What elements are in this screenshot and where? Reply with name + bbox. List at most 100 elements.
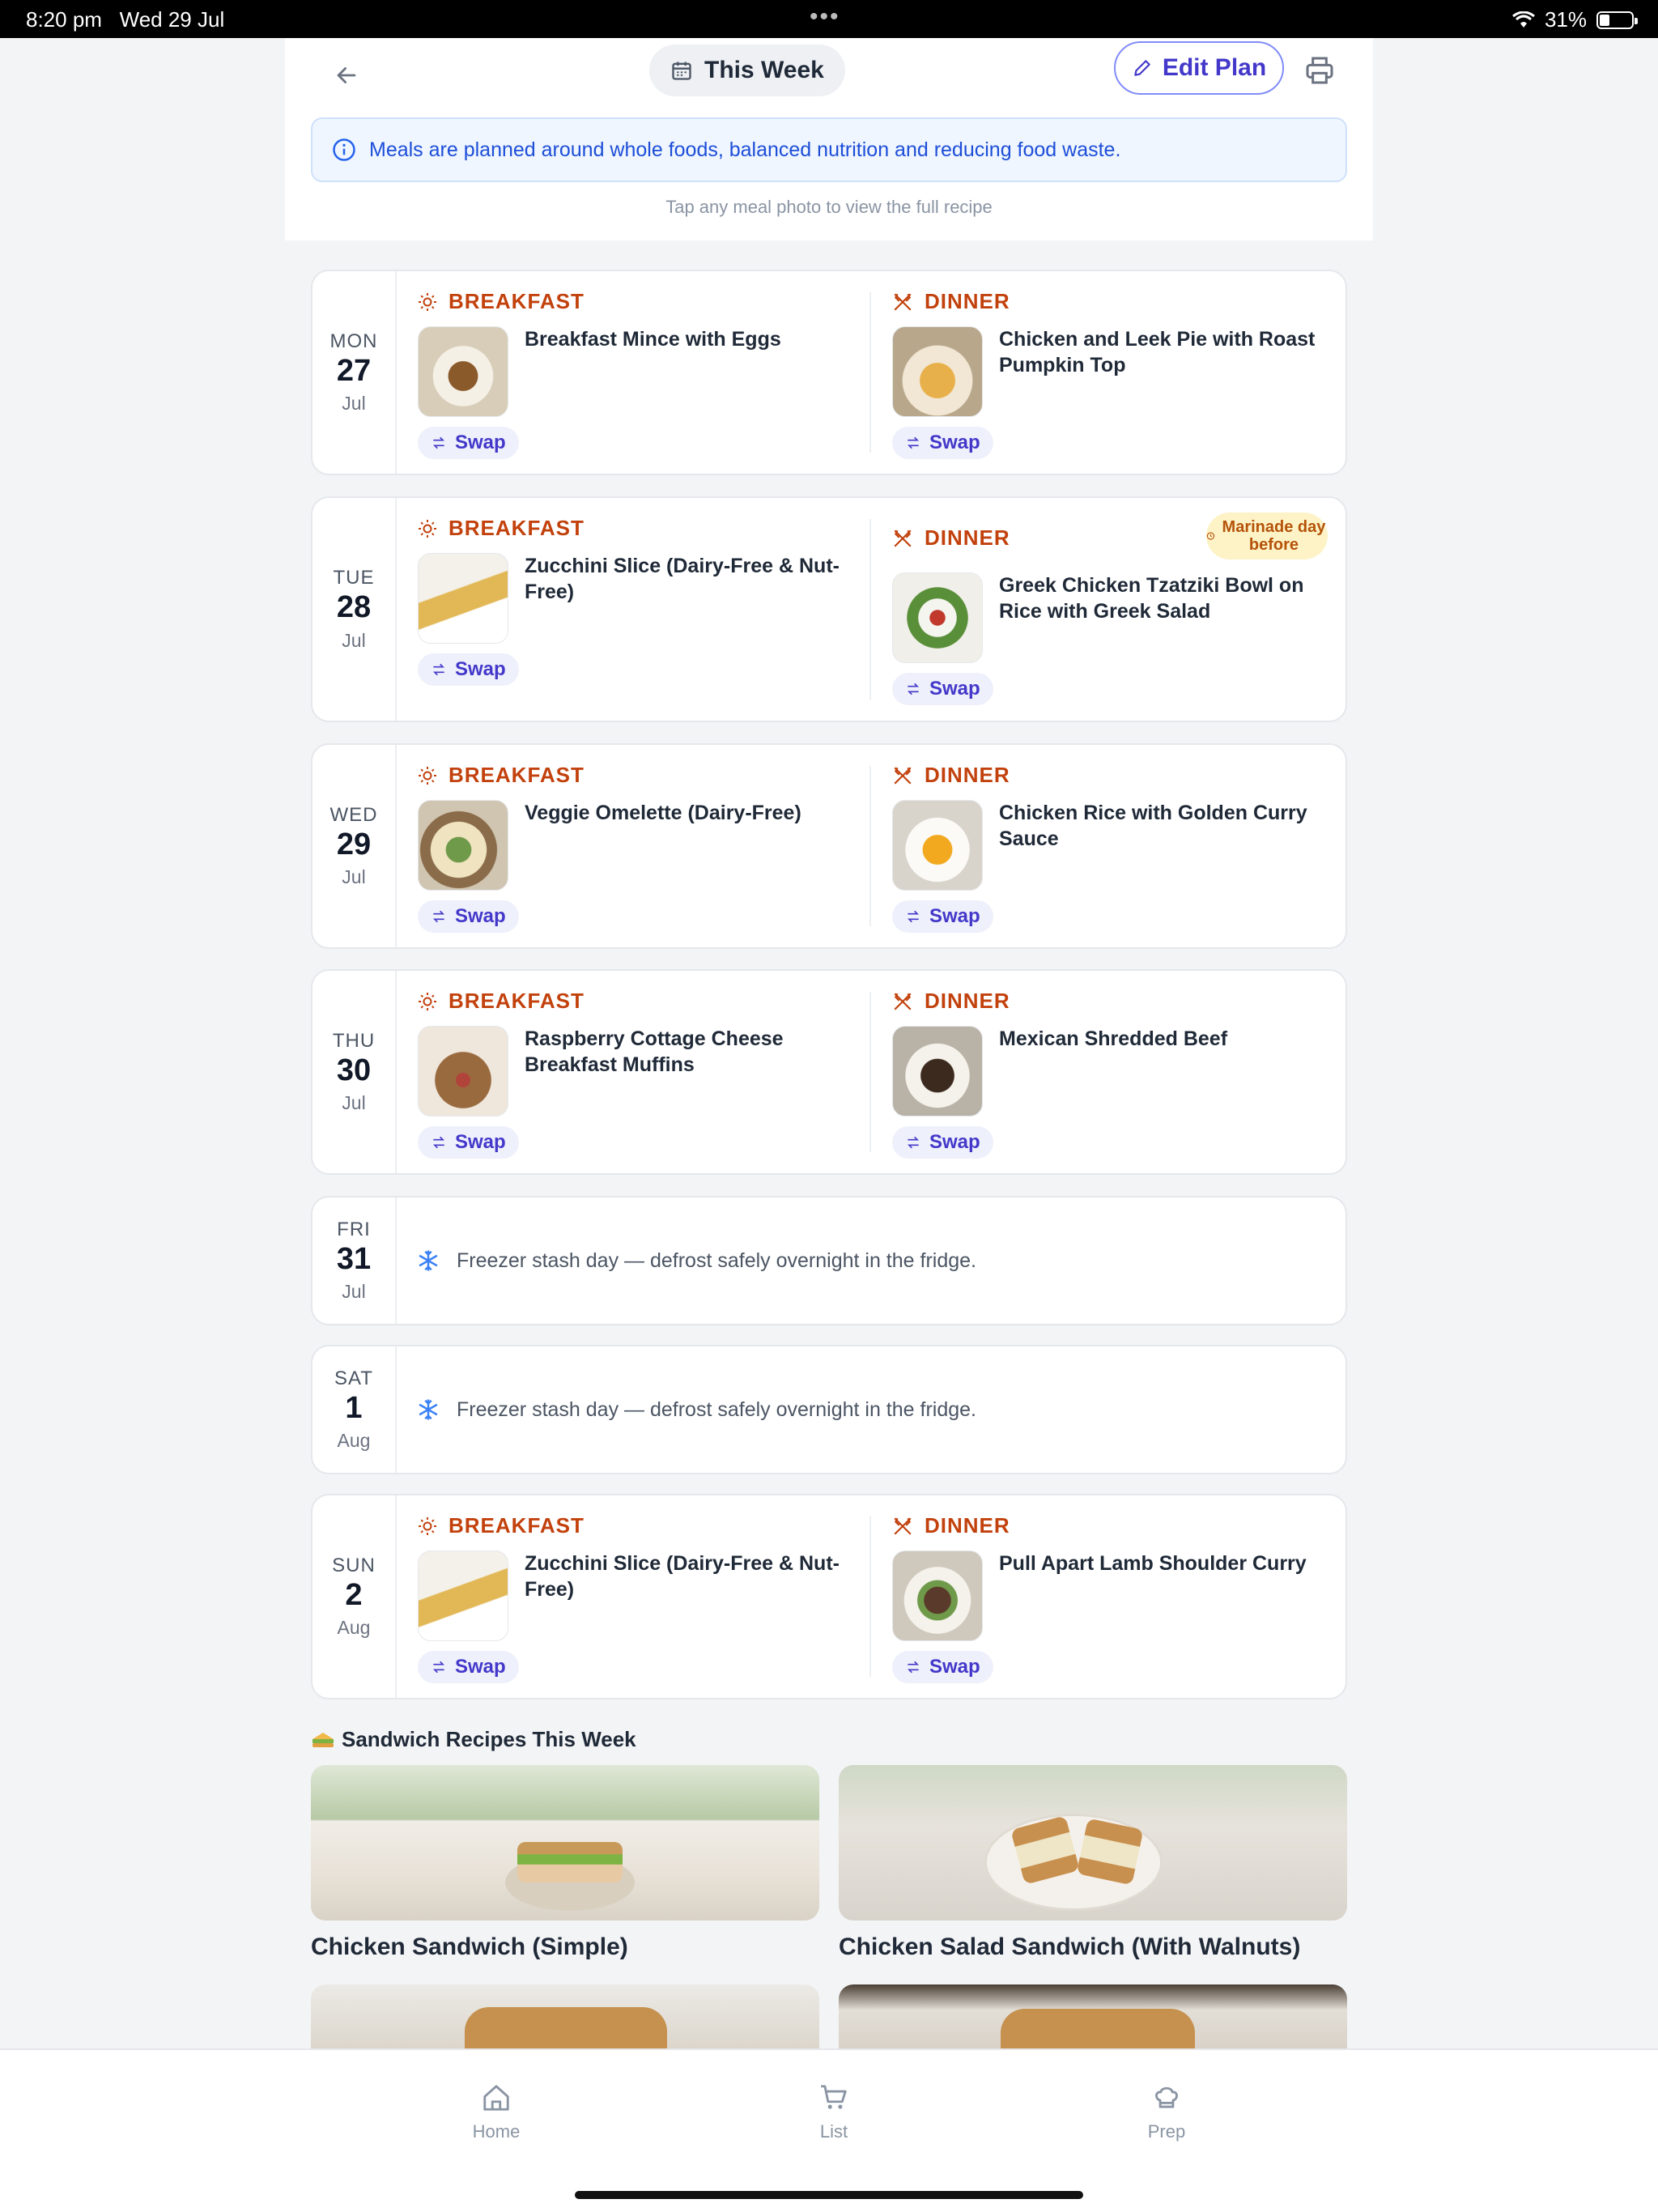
status-right: 31%: [1512, 7, 1638, 32]
info-text: Meals are planned around whole foods, ba…: [369, 138, 1121, 161]
meal-photo[interactable]: [418, 1551, 508, 1641]
sandwich-title[interactable]: Chicken Salad Sandwich (With Walnuts): [839, 1933, 1347, 1961]
meal-name[interactable]: Veggie Omelette (Dairy-Free): [525, 800, 845, 826]
back-button[interactable]: [324, 53, 369, 98]
meal-name[interactable]: Greek Chicken Tzatziki Bowl on Rice with…: [999, 572, 1323, 624]
dinner-header: DINNER: [892, 289, 1010, 314]
sun-icon: [419, 1516, 436, 1535]
nav-list[interactable]: List: [769, 2082, 899, 2142]
dinner-slot: DINNER Mexican Shredded Beef Swap: [871, 971, 1346, 1173]
meal-name[interactable]: Chicken and Leek Pie with Roast Pumpkin …: [999, 326, 1323, 378]
meal-photo[interactable]: [418, 800, 508, 891]
meal-photo[interactable]: [892, 1551, 983, 1641]
swap-button[interactable]: Swap: [892, 427, 993, 459]
swap-icon: [907, 436, 920, 449]
day-month: Jul: [342, 393, 366, 415]
utensils-icon: [894, 766, 912, 785]
sandwich-title[interactable]: Chicken Sandwich (Simple): [311, 1933, 819, 1961]
swap-button[interactable]: Swap: [418, 653, 519, 686]
dinner-header: DINNER: [892, 989, 1010, 1014]
day-card-thu: THU 30 Jul BREAKFAST Raspberry Cottage C…: [311, 969, 1347, 1175]
day-number: 31: [336, 1241, 372, 1276]
meal-photo[interactable]: [892, 800, 983, 891]
swap-icon: [907, 910, 920, 923]
sandwich-photo[interactable]: [311, 1984, 819, 2048]
day-month: Jul: [342, 866, 366, 888]
meal-name[interactable]: Zucchini Slice (Dairy-Free & Nut-Free): [525, 1551, 845, 1602]
sandwich-photo[interactable]: [839, 1984, 1347, 2048]
day-date: FRI 31 Jul: [312, 1197, 397, 1324]
day-date: WED 29 Jul: [312, 745, 397, 947]
breakfast-header: BREAKFAST: [418, 989, 585, 1014]
utensils-icon: [894, 292, 912, 311]
swap-button[interactable]: Swap: [892, 1651, 993, 1683]
home-indicator[interactable]: [575, 2191, 1083, 2199]
utensils-icon: [894, 1516, 912, 1535]
week-label: This Week: [704, 57, 824, 83]
arrow-left-icon: [337, 67, 356, 83]
sandwich-photo[interactable]: [839, 1765, 1347, 1921]
day-of-week: FRI: [337, 1218, 371, 1240]
sandwich-card[interactable]: Chicken Sandwich (Simple): [311, 1765, 819, 1961]
swap-button[interactable]: Swap: [418, 900, 519, 933]
day-month: Aug: [337, 1617, 371, 1639]
meal-name[interactable]: Breakfast Mince with Eggs: [525, 326, 845, 352]
day-of-week: THU: [332, 1029, 376, 1052]
swap-button[interactable]: Swap: [892, 1126, 993, 1159]
meal-name[interactable]: Mexican Shredded Beef: [999, 1026, 1323, 1052]
day-number: 29: [336, 827, 372, 861]
swap-button[interactable]: Swap: [892, 900, 993, 933]
meal-name[interactable]: Chicken Rice with Golden Curry Sauce: [999, 800, 1323, 852]
week-selector[interactable]: This Week: [649, 45, 845, 96]
sandwich-photo[interactable]: [311, 1765, 819, 1921]
breakfast-slot: BREAKFAST Veggie Omelette (Dairy-Free) S…: [397, 745, 869, 947]
day-of-week: SUN: [332, 1554, 376, 1576]
meal-name[interactable]: Zucchini Slice (Dairy-Free & Nut-Free): [525, 553, 845, 605]
cart-icon: [821, 2085, 847, 2109]
day-date: SUN 2 Aug: [312, 1495, 397, 1698]
breakfast-header: BREAKFAST: [418, 1513, 585, 1538]
meal-photo[interactable]: [418, 553, 508, 644]
sandwich-card[interactable]: Chicken Salad Sandwich (With Walnuts): [839, 1765, 1347, 1961]
swap-icon: [907, 1136, 920, 1149]
dinner-slot: DINNER Chicken and Leek Pie with Roast P…: [871, 271, 1346, 474]
meal-photo[interactable]: [892, 572, 983, 663]
multitasking-dots[interactable]: •••: [810, 3, 840, 31]
swap-icon: [907, 1661, 920, 1674]
meal-name[interactable]: Raspberry Cottage Cheese Breakfast Muffi…: [525, 1026, 845, 1078]
breakfast-slot: BREAKFAST Breakfast Mince with Eggs Swap: [397, 271, 869, 474]
day-number: 30: [336, 1053, 372, 1087]
dinner-slot: DINNER Marinade day before Greek Chicken…: [871, 498, 1346, 721]
day-card-tue: TUE 28 Jul BREAKFAST Zucchini Slice (Dai…: [311, 496, 1347, 722]
meal-name[interactable]: Pull Apart Lamb Shoulder Curry: [999, 1551, 1323, 1576]
utensils-icon: [894, 529, 912, 547]
print-button[interactable]: [1297, 48, 1342, 93]
swap-button[interactable]: Swap: [892, 673, 993, 705]
meal-photo[interactable]: [418, 326, 508, 417]
pencil-icon: [1134, 60, 1150, 76]
battery-percent: 31%: [1544, 7, 1587, 32]
meal-photo[interactable]: [418, 1026, 508, 1117]
swap-button[interactable]: Swap: [418, 1651, 519, 1683]
nav-home[interactable]: Home: [432, 2082, 561, 2142]
day-month: Aug: [337, 1430, 371, 1452]
sun-icon: [419, 766, 436, 785]
chef-hat-icon: [1155, 2087, 1178, 2108]
sandwich-section-title: Sandwich Recipes This Week: [311, 1727, 636, 1752]
swap-button[interactable]: Swap: [418, 1126, 519, 1159]
nav-prep[interactable]: Prep: [1102, 2082, 1231, 2142]
home-icon: [483, 2085, 509, 2111]
meal-photo[interactable]: [892, 326, 983, 417]
breakfast-slot: BREAKFAST Zucchini Slice (Dairy-Free & N…: [397, 498, 869, 721]
clock-icon: [1206, 532, 1215, 540]
status-bar: 8:20 pm Wed 29 Jul ••• 31%: [0, 0, 1658, 38]
bottom-nav: Home List Prep: [0, 2048, 1658, 2212]
snowflake-icon: [419, 1399, 438, 1420]
day-date: TUE 28 Jul: [312, 498, 397, 721]
meal-photo[interactable]: [892, 1026, 983, 1117]
edit-plan-button[interactable]: Edit Plan: [1114, 41, 1284, 95]
freezer-message: Freezer stash day — defrost safely overn…: [416, 1197, 976, 1324]
dinner-slot: DINNER Pull Apart Lamb Shoulder Curry Sw…: [871, 1495, 1346, 1698]
swap-button[interactable]: Swap: [418, 427, 519, 459]
battery-icon: [1596, 11, 1638, 29]
